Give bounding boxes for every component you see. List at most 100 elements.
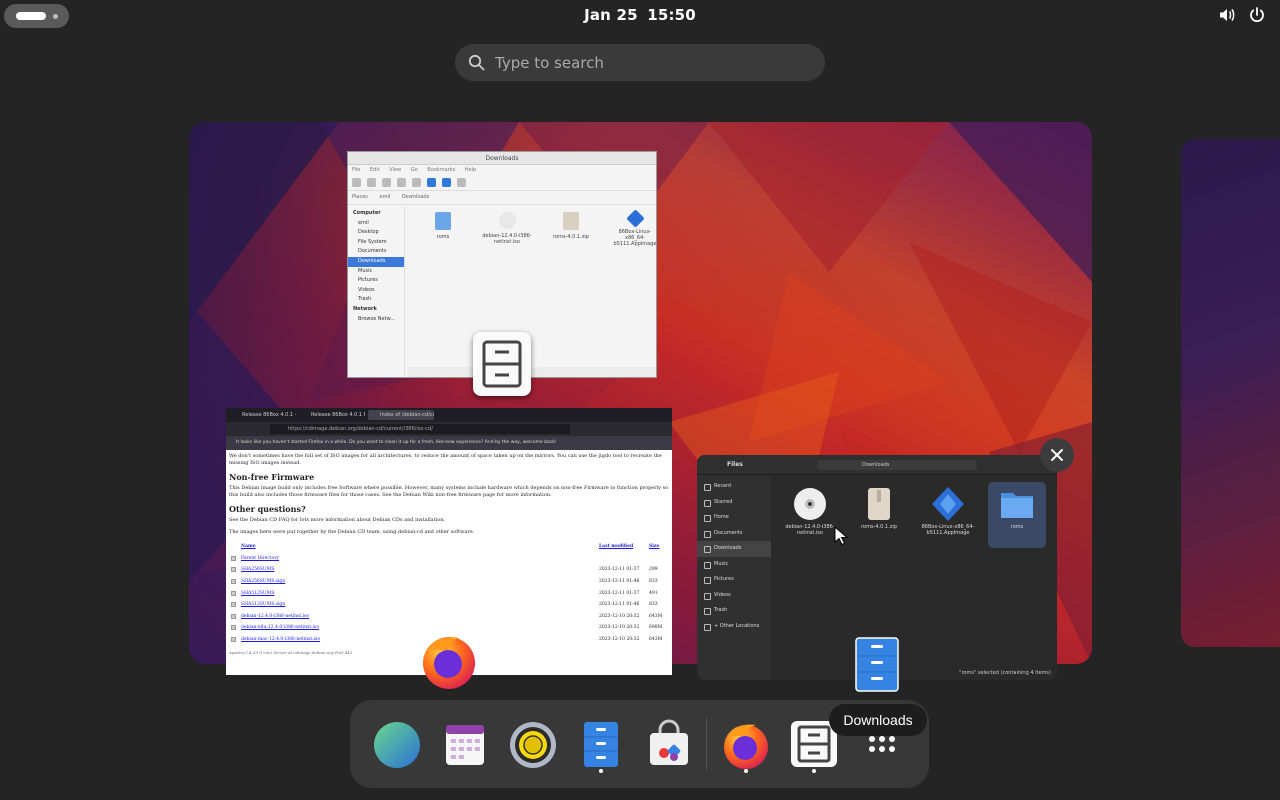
path-segment[interactable]: Downloads [862,462,889,468]
sidebar-item[interactable]: emil [348,219,404,229]
breadcrumb[interactable]: Downloads [402,194,429,200]
dock-rhythmbox[interactable] [507,719,559,771]
url-field[interactable]: https://cdimage.debian.org/debian-cd/cur… [270,424,570,434]
browser-tab[interactable]: Release 86Box 4.0.1 ROM... [299,410,365,420]
toolbar [348,175,656,191]
sidebar-item[interactable]: File System [348,238,404,248]
file-link[interactable]: Parent Directory [241,556,279,561]
file-link[interactable]: debian-12.4.0-i386-netinst.iso [241,614,309,619]
sidebar-item[interactable]: Music [348,267,404,277]
running-indicator [599,769,603,773]
url-bar: https://cdimage.debian.org/debian-cd/cur… [226,422,672,436]
dash-tooltip: Downloads [829,704,927,736]
up-icon[interactable] [382,178,391,187]
menu-item[interactable]: View [389,167,401,173]
search-bar[interactable] [455,44,825,81]
column-header[interactable]: Size [647,541,667,553]
close-window-button[interactable] [1040,438,1074,472]
sidebar-item[interactable]: Recent [697,479,771,495]
search-input[interactable] [495,52,795,74]
sidebar-item[interactable]: Documents [697,526,771,542]
breadcrumb[interactable]: emil [380,194,391,200]
menu-item[interactable]: File [352,167,360,173]
faq-text: See the Debian CD FAQ for lots more info… [229,517,446,523]
next-workspace-thumbnail[interactable] [1181,139,1280,647]
archive-icon [563,212,579,230]
file-size: 491 [649,590,658,596]
menu-item[interactable]: Go [411,167,418,173]
computer-icon[interactable] [442,178,451,187]
browser-tab-active[interactable]: Index of /debian-cd/curr... [368,410,434,420]
system-menu[interactable] [1218,6,1266,24]
file-item[interactable]: debian-12.4.0-i386-netinst.iso [781,482,839,548]
menu-item[interactable]: Help [465,167,476,173]
sidebar-item[interactable]: Pictures [697,572,771,588]
files-icon [584,722,618,767]
stop-icon[interactable] [397,178,406,187]
sidebar-item[interactable]: Videos [697,588,771,604]
sidebar-item[interactable]: + Other Locations [697,619,771,635]
workspace-indicator-inactive [53,14,58,19]
file-link[interactable]: SHA512SUMS [241,591,274,596]
file-item[interactable]: 86Box-Linux-x86_64-b5111.AppImage [610,209,656,247]
back-icon[interactable] [352,178,361,187]
home-icon[interactable] [427,178,436,187]
file-icon [231,590,236,596]
column-header[interactable]: Last modified [597,541,647,553]
sidebar-item[interactable]: Trash [697,603,771,619]
status-text: "roms" selected (containing 4 items) [959,670,1051,676]
menu-item[interactable]: Bookmarks [427,167,455,173]
clock[interactable]: Jan 25 15:50 [560,6,720,24]
file-item[interactable]: roms [418,212,468,247]
forward-icon[interactable] [367,178,376,187]
dock-software[interactable] [643,719,695,771]
sidebar-item[interactable]: Home [697,510,771,526]
dock-web-browser[interactable] [371,719,423,771]
firmware-text: This Debian image build only includes fr… [229,485,669,498]
file-item[interactable]: debian-12.4.0-i386-netinst.iso [482,212,532,247]
reload-icon[interactable] [412,178,421,187]
sidebar-item-downloads[interactable]: Downloads [697,541,771,557]
sidebar-item[interactable]: Pictures [348,276,404,286]
heading-firmware: Non-free Firmware [229,472,315,482]
sidebar-item[interactable]: Music [697,557,771,573]
breadcrumb[interactable]: Places [352,194,368,200]
calendar-icon [446,725,484,765]
appimage-icon [932,487,964,521]
modified-date [597,553,647,565]
appimage-icon [625,209,645,228]
sidebar-item[interactable]: Trash [348,295,404,305]
file-item-selected[interactable]: roms [988,482,1046,548]
file-link[interactable]: SHA256SUMS [241,567,274,572]
bag-icon [650,719,688,765]
sidebar-item-downloads[interactable]: Downloads [348,256,404,267]
file-name: roms [1010,524,1024,530]
sidebar-item[interactable]: Starred [697,495,771,511]
file-item[interactable]: 86Box-Linux-x86_64-b5111.AppImage [919,482,977,548]
close-icon [1051,449,1063,461]
sidebar-item[interactable]: Videos [348,286,404,296]
disc-icon [231,625,236,631]
file-link[interactable]: SHA512SUMS.sign [241,602,285,607]
browser-tab[interactable]: Release 86Box 4.0.1 · 86... [230,410,296,420]
files-icon [855,637,899,692]
file-link[interactable]: debian-edu-12.4.0-i386-netinst.iso [241,625,319,630]
file-item[interactable]: roms-4.0.1.zip [546,212,596,247]
sidebar-item[interactable]: Browse Netw... [348,315,404,325]
sidebar-item[interactable]: Documents [348,247,404,257]
modified-date: 2023-12-10 20:32 [599,613,640,619]
dock-firefox[interactable] [720,719,772,773]
sidebar-item[interactable]: Desktop [348,228,404,238]
globe-icon [374,722,420,768]
header-bar: Files Downloads [697,455,1057,475]
menu-item[interactable]: Edit [370,167,380,173]
path-bar[interactable]: Downloads [817,460,977,470]
file-item[interactable]: roms-4.0.1.zip [850,482,908,548]
column-header[interactable]: Name [239,541,597,553]
file-link[interactable]: SHA256SUMS.sign [241,579,285,584]
file-link[interactable]: debian-mac-12.4.0-i386-netinst.iso [241,637,320,642]
activities-button[interactable] [4,4,69,28]
zoom-icon[interactable] [457,178,466,187]
dock-calendar[interactable] [439,719,491,771]
dock-files[interactable] [575,719,627,773]
